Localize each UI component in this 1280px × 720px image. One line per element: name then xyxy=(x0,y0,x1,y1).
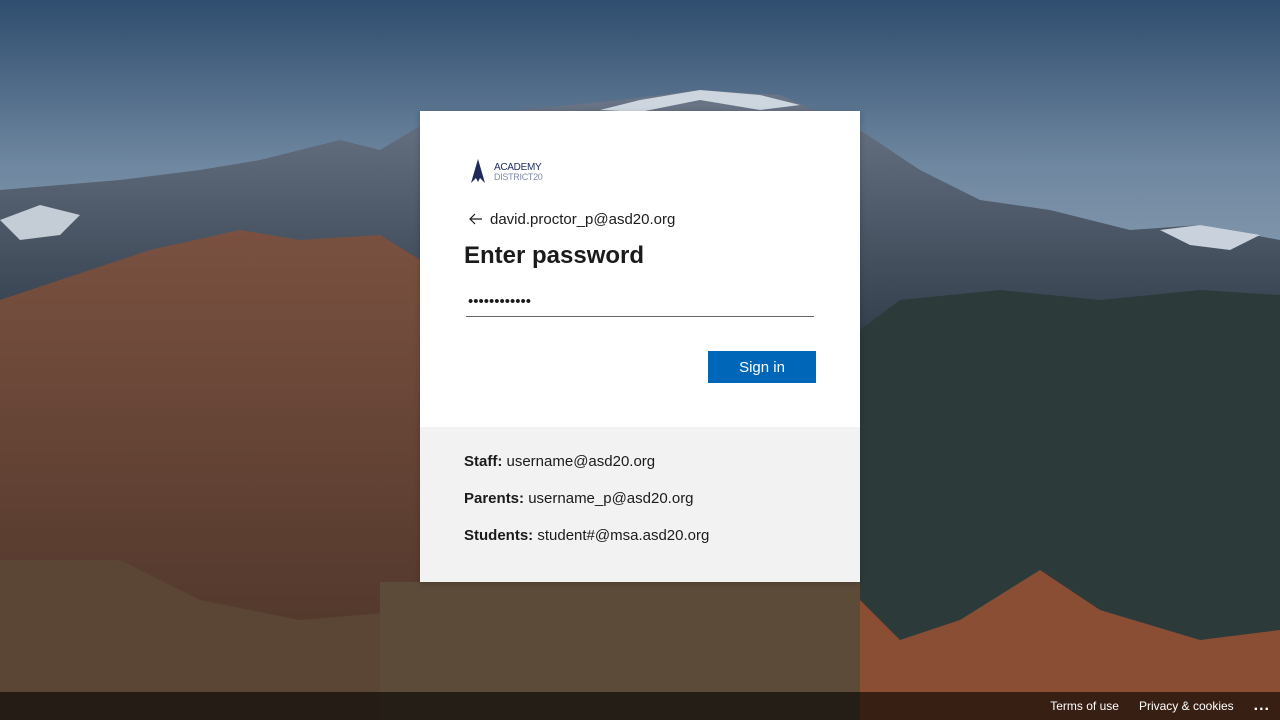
hint-students: Students: student#@msa.asd20.org xyxy=(464,527,709,544)
account-hints-panel: Staff: username@asd20.org Parents: usern… xyxy=(420,427,860,582)
hint-staff: Staff: username@asd20.org xyxy=(464,453,655,470)
academy-district-logo: ACADEMY DISTRICT20 xyxy=(468,156,548,186)
hint-label: Parents: xyxy=(464,490,525,507)
identity-email: david.proctor_p@asd20.org xyxy=(490,210,676,228)
privacy-cookies-link[interactable]: Privacy & cookies xyxy=(1139,699,1234,713)
page-title: Enter password xyxy=(464,242,645,269)
hint-label: Staff: xyxy=(464,453,503,470)
hint-parents: Parents: username_p@asd20.org xyxy=(464,490,694,507)
page-footer: Terms of use Privacy & cookies ... xyxy=(0,692,1280,720)
more-options-icon[interactable]: ... xyxy=(1254,697,1270,715)
logo-line2: DISTRICT20 xyxy=(494,172,543,182)
sign-in-card: ACADEMY DISTRICT20 david.proctor_p@asd20… xyxy=(420,111,860,582)
hint-value: username_p@asd20.org xyxy=(524,490,694,507)
sign-in-main-panel: ACADEMY DISTRICT20 david.proctor_p@asd20… xyxy=(420,111,860,427)
terms-of-use-link[interactable]: Terms of use xyxy=(1050,699,1119,713)
hint-value: username@asd20.org xyxy=(502,453,656,470)
identity-banner: david.proctor_p@asd20.org xyxy=(466,209,675,229)
hint-label: Students: xyxy=(464,527,534,544)
password-input[interactable] xyxy=(466,287,814,317)
hint-value: student#@msa.asd20.org xyxy=(533,527,710,544)
arrow-left-icon[interactable] xyxy=(466,209,486,229)
sign-in-button[interactable]: Sign in xyxy=(708,351,816,383)
